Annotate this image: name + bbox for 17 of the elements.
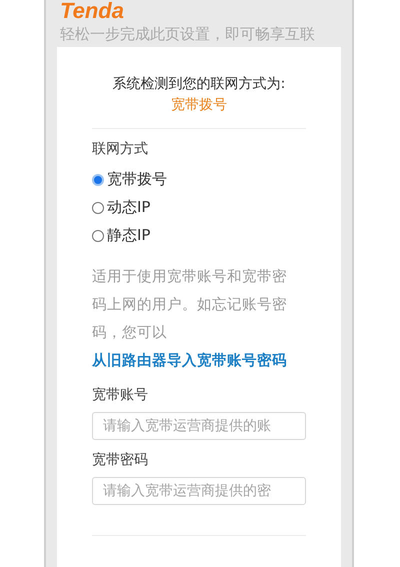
input-field[interactable]: 请输入宽带运营商提供的密 <box>92 477 306 505</box>
logo: Tenda <box>60 0 125 22</box>
radio-button[interactable] <box>92 202 104 214</box>
input-field[interactable]: 请输入宽带运营商提供的账 <box>92 412 306 440</box>
radio-label[interactable]: 动态IP <box>107 198 150 217</box>
subtitle: 轻松一步完成此页设置，即可畅享互联 <box>60 24 316 44</box>
detected-method: 宽带拨号 <box>171 96 227 114</box>
description-text: 适用于使用宽带账号和宽带密码上网的用户。如忘记账号密码，您可以 <box>92 269 287 341</box>
radio-label[interactable]: 静态IP <box>107 226 150 245</box>
section-label: 联网方式 <box>92 140 148 159</box>
field-label: 宽带账号 <box>92 386 148 405</box>
import-link[interactable]: 从旧路由器导入宽带账号密码 <box>92 347 294 375</box>
radio-button[interactable] <box>92 174 104 186</box>
radio-button[interactable] <box>92 230 104 242</box>
radio-label[interactable]: 宽带拨号 <box>107 170 167 189</box>
field-label: 宽带密码 <box>92 451 148 470</box>
detect-label: 系统检测到您的联网方式为: <box>112 75 286 93</box>
